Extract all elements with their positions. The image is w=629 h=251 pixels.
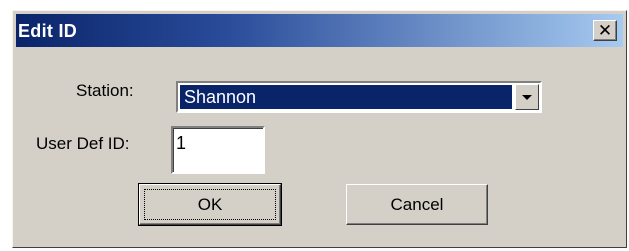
cancel-button-label: Cancel bbox=[390, 194, 444, 214]
dropdown-button[interactable] bbox=[515, 84, 539, 110]
user-def-id-input[interactable]: 1 bbox=[171, 126, 265, 174]
title-bar[interactable]: Edit ID ✕ bbox=[16, 14, 623, 47]
close-icon: ✕ bbox=[597, 21, 613, 40]
focus-rectangle bbox=[144, 189, 276, 220]
station-label: Station: bbox=[76, 81, 134, 100]
window-title: Edit ID bbox=[18, 21, 78, 41]
station-dropdown[interactable]: Shannon bbox=[176, 81, 542, 113]
ok-button[interactable]: OK bbox=[138, 183, 282, 226]
user-def-id-label: User Def ID: bbox=[36, 134, 130, 153]
cancel-button[interactable]: Cancel bbox=[346, 184, 488, 225]
station-selected-value: Shannon bbox=[180, 85, 512, 109]
edit-id-dialog: Edit ID ✕ Station: Shannon User Def ID: … bbox=[12, 10, 627, 248]
close-button[interactable]: ✕ bbox=[593, 20, 617, 41]
chevron-down-icon bbox=[522, 94, 532, 100]
